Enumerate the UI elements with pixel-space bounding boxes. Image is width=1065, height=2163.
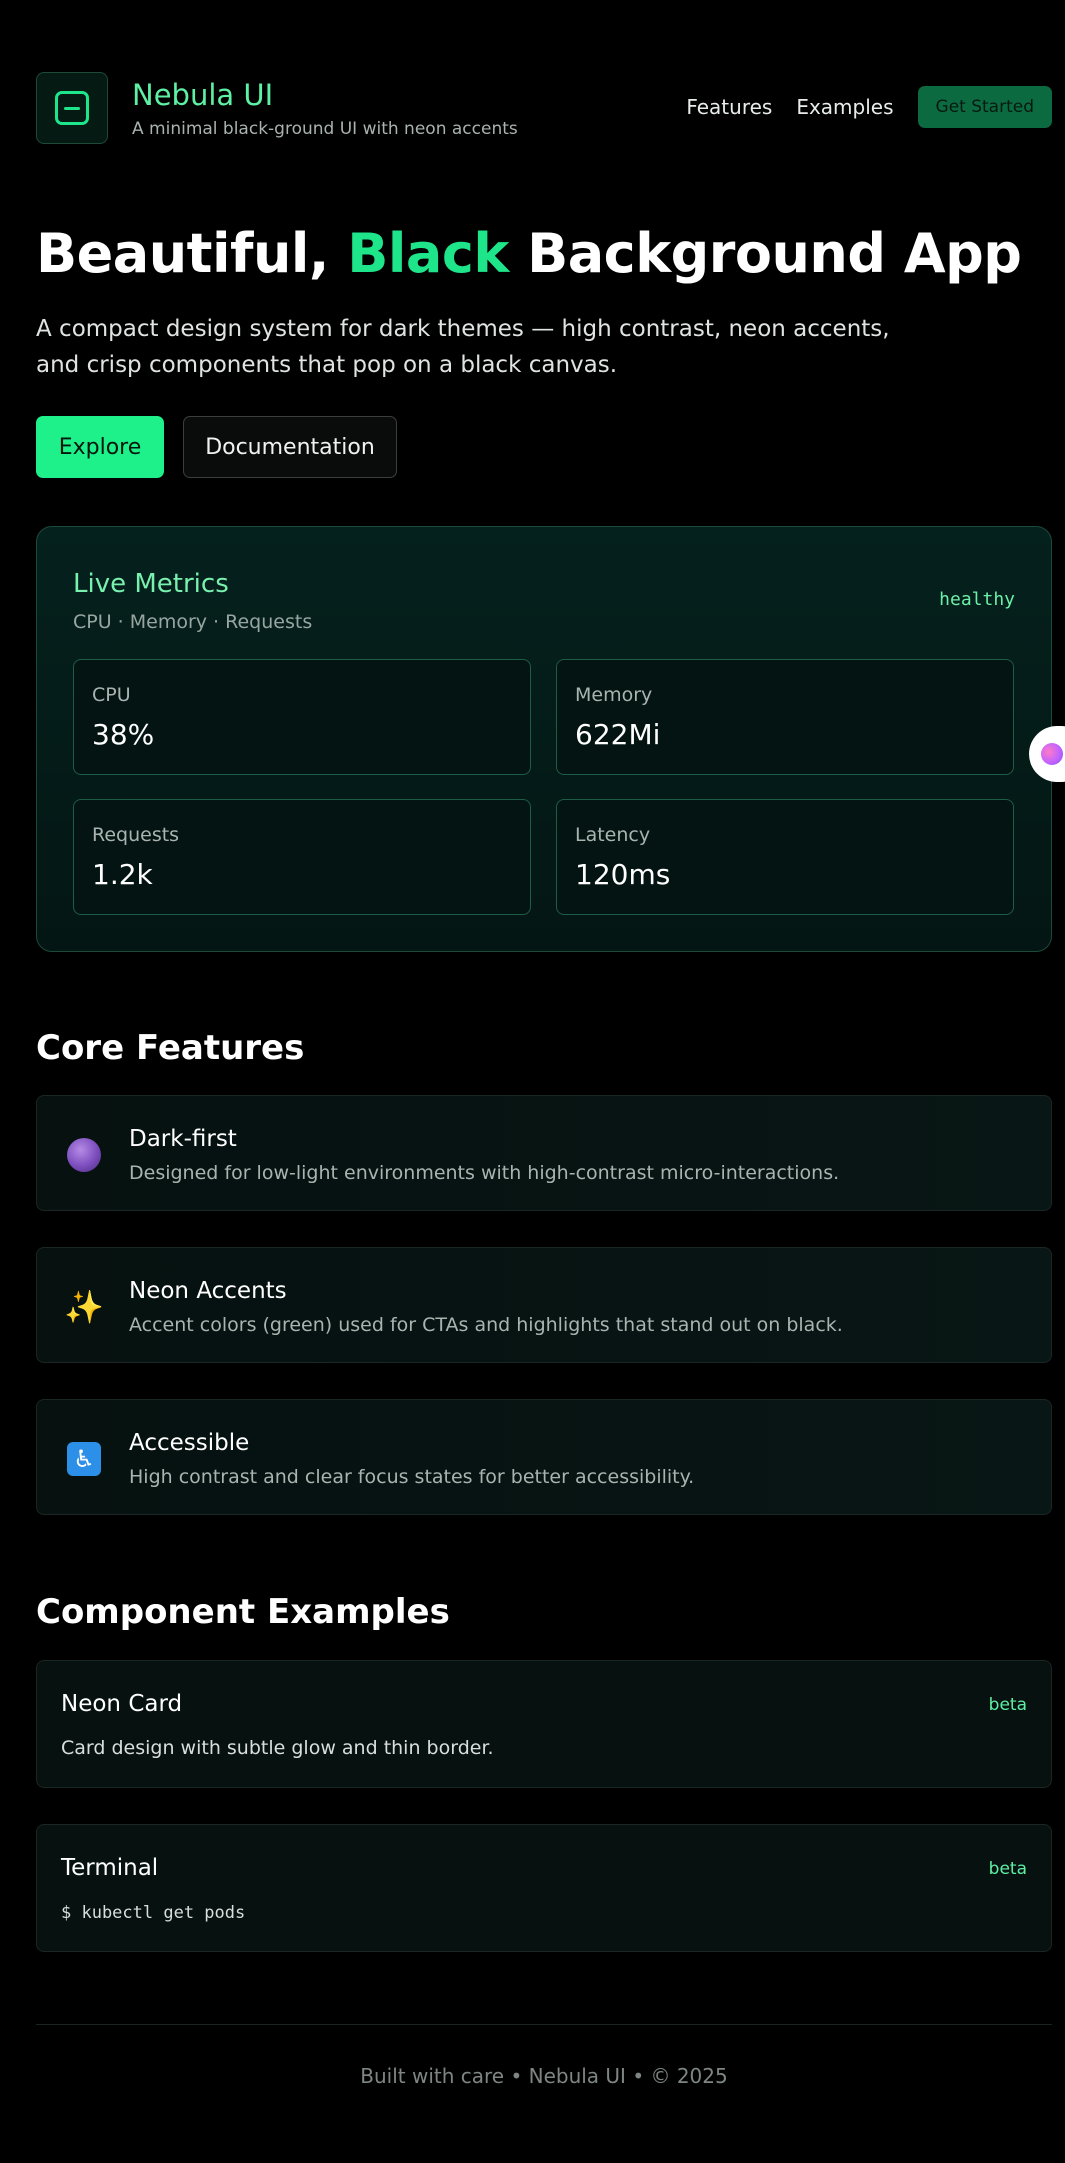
component-card-neon-card: Neon Card beta Card design with subtle g…: [36, 1660, 1052, 1788]
metric-label: Latency: [575, 824, 651, 846]
feature-title: Dark-first: [129, 1126, 237, 1152]
live-metrics-panel: Live Metrics CPU · Memory · Requests hea…: [36, 526, 1052, 952]
metric-label: Memory: [575, 684, 653, 706]
feature-description: Accent colors (green) used for CTAs and …: [129, 1314, 843, 1336]
hero-title-part1: Beautiful,: [36, 222, 348, 285]
footer-divider: [36, 2024, 1052, 2025]
planet-icon: [67, 1138, 101, 1172]
brand-name[interactable]: Nebula UI: [132, 78, 273, 112]
component-examples-heading: Component Examples: [36, 1592, 450, 1632]
component-title: Terminal: [61, 1855, 159, 1881]
feature-card-neon-accents: ✨ Neon Accents Accent colors (green) use…: [36, 1247, 1052, 1363]
metric-card-cpu: CPU 38%: [73, 659, 531, 775]
hero-title-part2: Background App: [508, 222, 1022, 285]
feature-description: High contrast and clear focus states for…: [129, 1466, 695, 1488]
metric-card-memory: Memory 622Mi: [556, 659, 1014, 775]
metric-label: CPU: [92, 684, 131, 706]
site-footer: Built with care • Nebula UI • © 2025: [360, 2064, 728, 2088]
component-card-terminal: Terminal beta $ kubectl get pods: [36, 1824, 1052, 1952]
metric-value: 1.2k: [92, 858, 153, 891]
brain-icon: [1041, 743, 1063, 765]
metric-card-requests: Requests 1.2k: [73, 799, 531, 915]
metric-value: 622Mi: [575, 718, 661, 751]
component-description: Card design with subtle glow and thin bo…: [61, 1737, 494, 1759]
brand-tagline: A minimal black-ground UI with neon acce…: [132, 119, 518, 139]
feature-title: Accessible: [129, 1430, 250, 1456]
terminal-command: $ kubectl get pods: [61, 1903, 246, 1923]
get-started-button[interactable]: Get Started: [917, 86, 1052, 128]
metrics-title: Live Metrics: [73, 569, 229, 599]
core-features-heading: Core Features: [36, 1028, 305, 1068]
metric-value: 120ms: [575, 858, 671, 891]
feature-title: Neon Accents: [129, 1278, 287, 1304]
health-status-badge: healthy: [939, 589, 1015, 610]
metric-value: 38%: [92, 718, 155, 751]
feature-card-dark-first: Dark-first Designed for low-light enviro…: [36, 1095, 1052, 1211]
beta-badge: beta: [988, 1695, 1027, 1715]
hero-title: Beautiful, Black Background App: [36, 222, 1022, 285]
metric-label: Requests: [92, 824, 180, 846]
hero-title-accent: Black: [347, 222, 509, 285]
beta-badge: beta: [988, 1859, 1027, 1879]
nav-link-features[interactable]: Features: [686, 95, 772, 119]
accessibility-icon: ♿: [67, 1442, 101, 1476]
component-title: Neon Card: [61, 1691, 183, 1717]
metric-card-latency: Latency 120ms: [556, 799, 1014, 915]
logo-icon[interactable]: [36, 72, 108, 144]
explore-button[interactable]: Explore: [36, 416, 164, 478]
feature-card-accessible: ♿ Accessible High contrast and clear foc…: [36, 1399, 1052, 1515]
nav-link-examples[interactable]: Examples: [796, 95, 893, 119]
sparkles-icon: ✨: [64, 1288, 104, 1326]
main-nav: Features Examples Get Started: [686, 86, 1052, 128]
hero-subtitle: A compact design system for dark themes …: [36, 316, 890, 378]
feature-description: Designed for low-light environments with…: [129, 1162, 840, 1184]
documentation-button[interactable]: Documentation: [183, 416, 397, 478]
metrics-subtitle: CPU · Memory · Requests: [73, 611, 313, 633]
site-header: Nebula UI A minimal black-ground UI with…: [36, 72, 1052, 144]
